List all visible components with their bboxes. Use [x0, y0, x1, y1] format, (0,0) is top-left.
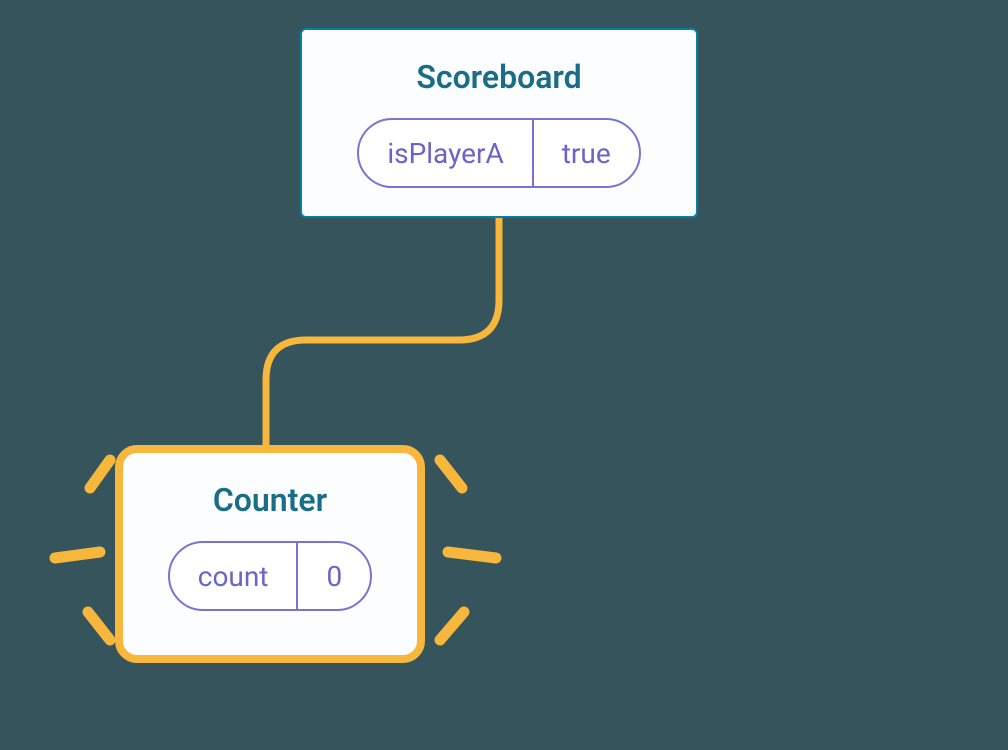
counter-state-key: count	[170, 543, 297, 609]
scoreboard-node: Scoreboard isPlayerA true	[300, 28, 698, 218]
counter-state-value: 0	[296, 543, 370, 609]
counter-state-pill: count 0	[168, 541, 372, 611]
scoreboard-state-value: true	[532, 120, 639, 186]
burst-right-icon	[420, 440, 520, 670]
scoreboard-state-key: isPlayerA	[359, 120, 531, 186]
scoreboard-state-pill: isPlayerA true	[357, 118, 640, 188]
scoreboard-title: Scoreboard	[302, 58, 696, 96]
counter-title: Counter	[123, 481, 417, 519]
counter-node: Counter count 0	[115, 445, 425, 663]
